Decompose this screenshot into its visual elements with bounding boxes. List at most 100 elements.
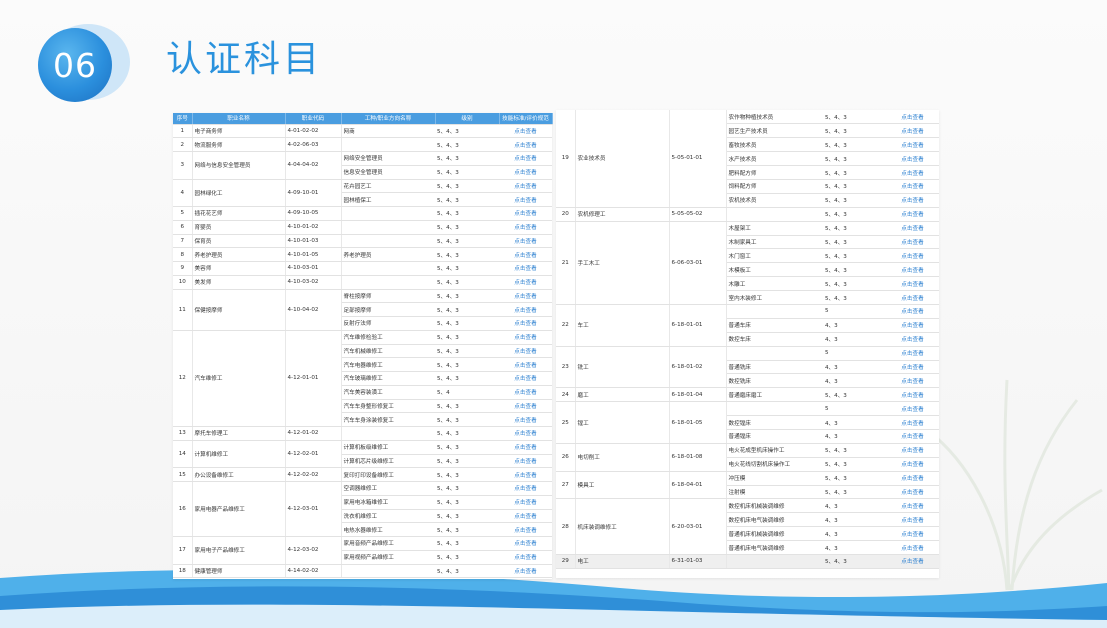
level: 5、4、3 <box>435 137 499 152</box>
occupation-name: 网络与信息安全管理员 <box>192 151 286 180</box>
direction-name: 注射模 <box>726 485 823 500</box>
occupation-name: 电切削工 <box>575 443 670 472</box>
level: 5、4、3 <box>823 262 886 278</box>
view-link[interactable]: 点击查看 <box>886 193 939 208</box>
level: 5、4、3 <box>823 179 886 194</box>
occupation-code: 6-20-03-01 <box>669 498 727 555</box>
view-link[interactable]: 点击查看 <box>886 540 939 555</box>
view-link[interactable]: 点击查看 <box>499 385 552 400</box>
view-link[interactable]: 点击查看 <box>499 316 552 331</box>
view-link[interactable]: 点击查看 <box>886 498 939 514</box>
view-link[interactable]: 点击查看 <box>499 330 552 345</box>
view-link[interactable]: 点击查看 <box>499 564 552 579</box>
view-link[interactable]: 点击查看 <box>499 454 552 469</box>
view-link[interactable]: 点击查看 <box>499 399 552 414</box>
view-link[interactable]: 点击查看 <box>499 302 552 317</box>
table-row: 14 计算机维修工 4-12-02-01 计算机板级维修工 5、4、3 点击查看 <box>173 440 552 469</box>
direction-name <box>341 426 435 441</box>
view-link[interactable]: 点击查看 <box>886 207 939 222</box>
view-link[interactable]: 点击查看 <box>886 387 939 403</box>
view-link[interactable]: 点击查看 <box>886 429 939 444</box>
view-link[interactable]: 点击查看 <box>499 234 552 249</box>
view-link[interactable]: 点击查看 <box>886 151 939 167</box>
occupation-code: 4-02-06-03 <box>285 137 342 152</box>
view-link[interactable]: 点击查看 <box>499 357 552 372</box>
view-link[interactable]: 点击查看 <box>499 371 552 386</box>
view-link[interactable]: 点击查看 <box>886 512 939 528</box>
view-link[interactable]: 点击查看 <box>499 426 552 441</box>
view-link[interactable]: 点击查看 <box>886 332 939 347</box>
view-link[interactable]: 点击查看 <box>886 262 939 278</box>
view-link[interactable]: 点击查看 <box>886 457 939 472</box>
table-row: 6 育婴员 4-10-01-02 5、4、3 点击查看 <box>173 220 552 235</box>
view-link[interactable]: 点击查看 <box>886 471 939 486</box>
view-link[interactable]: 点击查看 <box>886 526 939 542</box>
view-link[interactable]: 点击查看 <box>499 536 552 551</box>
view-link[interactable]: 点击查看 <box>499 151 552 166</box>
row-number: 7 <box>173 234 193 249</box>
view-link[interactable]: 点击查看 <box>886 276 939 292</box>
view-link[interactable]: 点击查看 <box>499 247 552 262</box>
view-link[interactable]: 点击查看 <box>886 137 939 153</box>
direction-name: 室内木装修工 <box>726 290 823 305</box>
view-link[interactable]: 点击查看 <box>499 165 552 180</box>
direction-name: 数控机床机械装调维修 <box>726 498 823 514</box>
row-number: 9 <box>173 261 193 276</box>
direction-name: 汽车玻璃维修工 <box>341 371 435 386</box>
direction-name: 复印打印设备维修工 <box>341 467 435 482</box>
occupation-code: 4-12-03-02 <box>285 536 342 565</box>
view-link[interactable]: 点击查看 <box>886 290 939 305</box>
view-link[interactable]: 点击查看 <box>499 192 552 207</box>
view-link[interactable]: 点击查看 <box>886 179 939 194</box>
row-number: 16 <box>173 481 193 537</box>
view-link[interactable]: 点击查看 <box>499 289 552 304</box>
view-link[interactable]: 点击查看 <box>499 522 552 537</box>
view-link[interactable]: 点击查看 <box>499 440 552 455</box>
view-link[interactable]: 点击查看 <box>499 275 552 290</box>
table-row: 12 汽车维修工 4-12-01-01 汽车维修检验工 5、4、3 点击查看 <box>173 330 552 428</box>
occupation-name: 插花花艺师 <box>192 206 286 221</box>
view-link[interactable]: 点击查看 <box>886 248 939 264</box>
view-link[interactable]: 点击查看 <box>499 550 552 565</box>
view-link[interactable]: 点击查看 <box>499 509 552 524</box>
level: 5、4、3 <box>823 165 886 180</box>
view-link[interactable]: 点击查看 <box>886 221 939 236</box>
direction-name: 数控机床电气装调维修 <box>726 512 823 528</box>
view-link[interactable]: 点击查看 <box>886 485 939 500</box>
occupation-name: 农机修理工 <box>575 207 670 222</box>
view-link[interactable]: 点击查看 <box>886 360 939 375</box>
view-link[interactable]: 点击查看 <box>499 124 552 139</box>
direction-name: 木制家具工 <box>726 235 823 250</box>
view-link[interactable]: 点击查看 <box>886 165 939 180</box>
view-link[interactable]: 点击查看 <box>886 318 939 333</box>
view-link[interactable]: 点击查看 <box>886 401 939 417</box>
occupation-code: 4-01-02-02 <box>285 124 342 139</box>
table-row: 27 模具工 6-18-04-01 冲压模 5、4、3 点击查看 <box>556 471 939 500</box>
view-link[interactable]: 点击查看 <box>499 220 552 235</box>
page-title: 认证科目 <box>166 39 323 80</box>
view-link[interactable]: 点击查看 <box>886 346 939 361</box>
level: 5、4、3 <box>435 179 499 194</box>
view-link[interactable]: 点击查看 <box>499 344 552 359</box>
section-number-badge: 06 <box>38 24 130 102</box>
view-link[interactable]: 点击查看 <box>499 495 552 510</box>
view-link[interactable]: 点击查看 <box>886 304 939 319</box>
level: 5、4、3 <box>435 495 499 510</box>
view-link[interactable]: 点击查看 <box>886 554 939 569</box>
view-link[interactable]: 点击查看 <box>886 123 939 139</box>
view-link[interactable]: 点击查看 <box>499 137 552 152</box>
view-link[interactable]: 点击查看 <box>886 443 939 458</box>
level: 5、4、3 <box>435 454 499 469</box>
view-link[interactable]: 点击查看 <box>499 206 552 221</box>
view-link[interactable]: 点击查看 <box>499 261 552 276</box>
view-link[interactable]: 点击查看 <box>886 235 939 250</box>
view-link[interactable]: 点击查看 <box>499 412 552 427</box>
view-link[interactable]: 点击查看 <box>886 373 939 389</box>
view-link[interactable]: 点击查看 <box>886 415 939 430</box>
direction-name: 计算机芯片级维修工 <box>341 454 435 469</box>
view-link[interactable]: 点击查看 <box>499 481 552 496</box>
direction-name: 家用音频产品维修工 <box>341 536 435 551</box>
view-link[interactable]: 点击查看 <box>886 110 939 125</box>
view-link[interactable]: 点击查看 <box>499 179 552 194</box>
view-link[interactable]: 点击查看 <box>499 467 552 482</box>
